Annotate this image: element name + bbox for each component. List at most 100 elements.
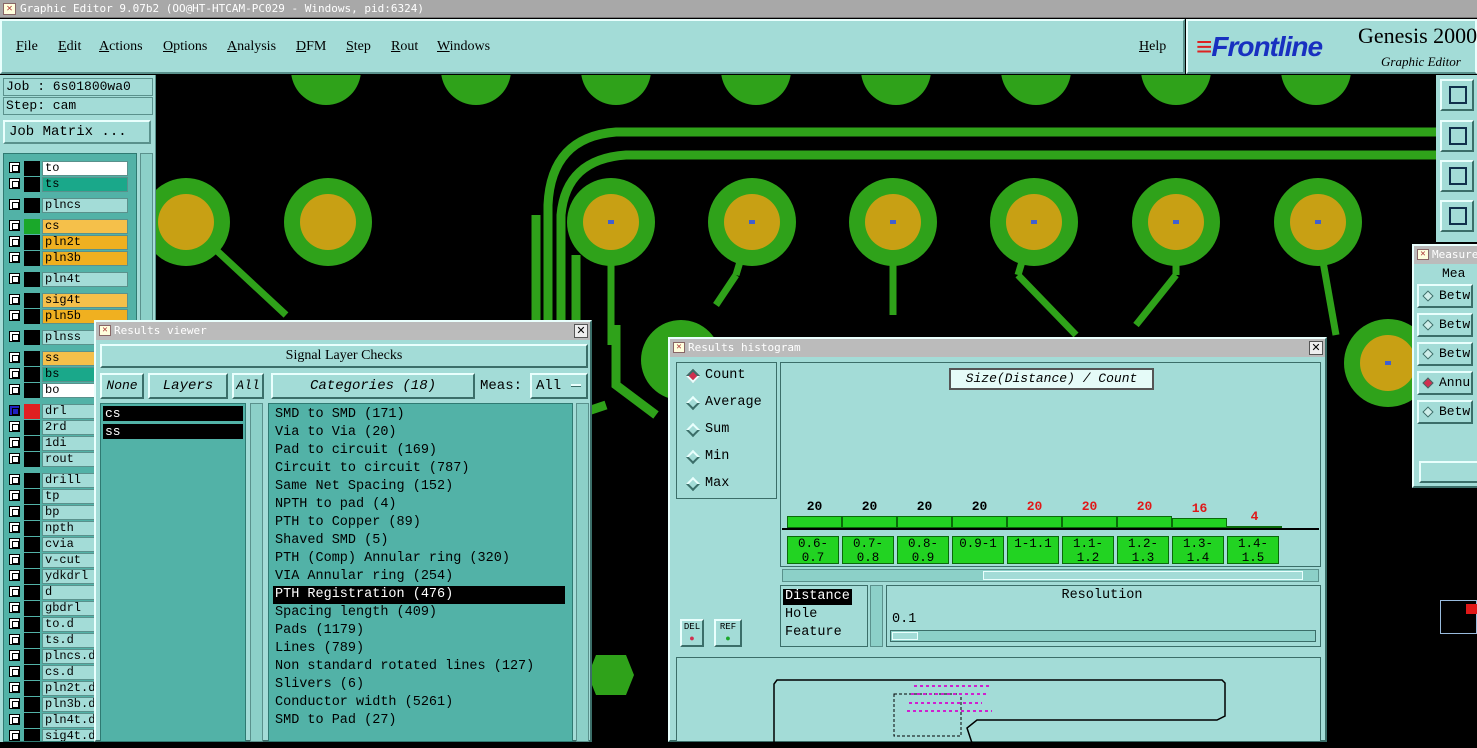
layer-color-swatch[interactable] [24,161,40,176]
layer-color-swatch[interactable] [24,601,40,616]
measure-option[interactable]: Betw [1417,313,1473,337]
layer-color-swatch[interactable] [24,404,40,419]
layer-color-swatch[interactable] [24,505,40,520]
layer-row-plncs[interactable]: plncs [8,198,128,213]
layer-name[interactable]: sig4t [42,293,128,308]
layer-color-swatch[interactable] [24,351,40,366]
layer-color-swatch[interactable] [24,713,40,728]
layer-name[interactable]: to [42,161,128,176]
histogram-bin-label[interactable]: 1.2-1.3 [1117,536,1169,564]
layer-color-swatch[interactable] [24,235,40,250]
histogram-bin-label[interactable]: 1.1-1.2 [1062,536,1114,564]
layer-checkbox[interactable] [9,437,20,448]
layer-name[interactable]: pln3b [42,251,128,266]
layer-checkbox[interactable] [9,570,20,581]
categories-button[interactable]: Categories (18) [271,373,475,399]
category-item[interactable]: Pad to circuit (169) [273,442,565,460]
histogram-close-button[interactable]: ✕ [1309,341,1323,355]
category-item[interactable]: Slivers (6) [273,676,565,694]
mode-radio-count[interactable]: Count [685,366,746,386]
signal-layer-checks-header[interactable]: Signal Layer Checks [100,344,588,368]
histogram-bar[interactable] [952,516,1007,528]
menu-options[interactable]: Options [163,39,207,55]
layer-checkbox[interactable] [9,220,20,231]
none-button[interactable]: None [100,373,144,399]
results-viewer-close-button[interactable]: ✕ [574,324,588,338]
layer-checkbox[interactable] [9,506,20,517]
layer-list-item-cs[interactable]: cs [103,406,243,421]
ref-button[interactable]: REF ● [714,619,742,647]
category-item[interactable]: VIA Annular ring (254) [273,568,565,586]
layer-color-swatch[interactable] [24,436,40,451]
menu-analysis[interactable]: Analysis [227,39,276,55]
layer-list-item-ss[interactable]: ss [103,424,243,439]
layer-checkbox[interactable] [9,384,20,395]
category-item[interactable]: NPTH to pad (4) [273,496,565,514]
layer-row-to[interactable]: to [8,161,128,176]
category-item[interactable]: Non standard rotated lines (127) [273,658,565,676]
histogram-hscrollbar[interactable] [782,569,1319,582]
histogram-bin-label[interactable]: 0.9-1 [952,536,1004,564]
layer-color-swatch[interactable] [24,251,40,266]
layer-color-swatch[interactable] [24,665,40,680]
layer-color-swatch[interactable] [24,569,40,584]
layer-color-swatch[interactable] [24,537,40,552]
layer-color-swatch[interactable] [24,367,40,382]
layer-row-cs[interactable]: cs [8,219,128,234]
measure-window-icon[interactable]: ✕ [1417,249,1429,260]
menu-step[interactable]: Step [346,39,371,55]
category-item[interactable]: Shaved SMD (5) [273,532,565,550]
layer-row-pln2t[interactable]: pln2t [8,235,128,250]
layer-row-ts[interactable]: ts [8,177,128,192]
histogram-bar[interactable] [1007,516,1062,528]
layer-color-swatch[interactable] [24,521,40,536]
zoom-back-icon[interactable] [1440,120,1474,152]
layer-checkbox[interactable] [9,294,20,305]
layer-checkbox[interactable] [9,453,20,464]
category-item[interactable]: Same Net Spacing (152) [273,478,565,496]
category-item[interactable]: Lines (789) [273,640,565,658]
layer-color-swatch[interactable] [24,420,40,435]
layer-checkbox[interactable] [9,421,20,432]
measure-option[interactable]: Betw [1417,400,1473,424]
layer-checkbox[interactable] [9,331,20,342]
layer-color-swatch[interactable] [24,198,40,213]
layer-color-swatch[interactable] [24,553,40,568]
layers-button[interactable]: Layers [148,373,228,399]
resolution-slider[interactable] [890,630,1316,642]
layer-color-swatch[interactable] [24,293,40,308]
mode-radio-sum[interactable]: Sum [685,420,729,440]
category-item[interactable]: Circuit to circuit (787) [273,460,565,478]
layer-checkbox[interactable] [9,522,20,533]
menu-actions[interactable]: Actions [99,39,143,55]
layer-checkbox[interactable] [9,199,20,210]
app-close-icon[interactable]: ✕ [3,3,16,15]
layer-row-sig4t[interactable]: sig4t [8,293,128,308]
category-item[interactable]: Conductor width (5261) [273,694,565,712]
layer-color-swatch[interactable] [24,489,40,504]
layer-name[interactable]: pln2t [42,235,128,250]
measure-option[interactable]: Annu [1417,371,1473,395]
histogram-bar[interactable] [897,516,952,528]
layer-checkbox[interactable] [9,730,20,741]
layer-checkbox[interactable] [9,405,20,416]
layer-checkbox[interactable] [9,252,20,263]
size-type-item[interactable]: Hole [783,607,819,623]
category-item[interactable]: Spacing length (409) [273,604,565,622]
category-item[interactable]: SMD to SMD (171) [273,406,565,424]
layer-checkbox[interactable] [9,554,20,565]
layer-color-swatch[interactable] [24,309,40,324]
layer-checkbox[interactable] [9,474,20,485]
histogram-bar[interactable] [1172,518,1227,528]
histogram-bin-label[interactable]: 1.3-1.4 [1172,536,1224,564]
layer-row-pln3b[interactable]: pln3b [8,251,128,266]
layer-color-swatch[interactable] [24,177,40,192]
histogram-bin-label[interactable]: 1-1.1 [1007,536,1059,564]
layer-checkbox[interactable] [9,682,20,693]
mode-radio-average[interactable]: Average [685,393,762,413]
job-matrix-button[interactable]: Job Matrix ... [3,120,151,144]
histogram-bin-label[interactable]: 1.4-1.5 [1227,536,1279,564]
category-item[interactable]: PTH (Comp) Annular ring (320) [273,550,565,568]
layer-name[interactable]: plncs [42,198,128,213]
layer-name[interactable]: cs [42,219,128,234]
